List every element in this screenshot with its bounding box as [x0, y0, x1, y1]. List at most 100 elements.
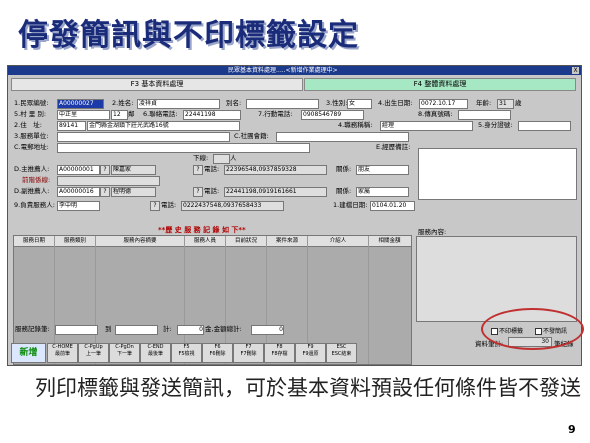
sex-label: 3.性別: — [326, 99, 348, 107]
restore-button[interactable]: F9 F9還原 — [295, 343, 326, 363]
staff-lookup-button[interactable]: ? — [150, 201, 160, 211]
window-titlebar: 民眾基本資料處理.....<新增作業處理中> X — [8, 66, 581, 75]
co-introducer-relation[interactable]: 家屬 — [356, 187, 409, 197]
staff-field[interactable]: 李中明 — [57, 201, 100, 211]
age-field: 31 — [497, 99, 514, 109]
delete-f6-key: F6 — [214, 344, 221, 350]
tab-basic-data[interactable]: F3 基本資料處理 — [11, 78, 303, 91]
next-record-label: 下一筆 — [116, 351, 132, 357]
next-record-button[interactable]: C-PgDn 下一筆 — [109, 343, 140, 363]
unit-label: 3.服務單位: — [14, 132, 49, 140]
created-label: 1.建檔日期: — [333, 201, 368, 209]
lin-unit: 鄰 — [128, 110, 135, 118]
co-introducer-name: 程明德 — [111, 187, 156, 197]
downline-count — [213, 154, 230, 164]
last-record-label: 最後筆 — [147, 351, 163, 357]
sum-label: 金,金額總計: — [205, 325, 242, 333]
col-date: 服務日期 — [14, 236, 55, 246]
save-button[interactable]: F8 F8存檔 — [264, 343, 295, 363]
slide-title: 停發簡訊與不印標籤設定 — [18, 18, 359, 53]
introducer-lookup-button[interactable]: ? — [100, 165, 110, 175]
lin-field[interactable]: 12 — [111, 110, 128, 120]
col-status: 目前狀況 — [226, 236, 267, 246]
prev-record-label: 上一筆 — [85, 351, 101, 357]
restore-label: F9還原 — [302, 351, 319, 357]
sex-select[interactable]: 女 — [347, 99, 372, 109]
idtype-field[interactable] — [518, 121, 571, 131]
delete-f6-label: F6刪除 — [209, 351, 226, 357]
alias-field[interactable] — [246, 99, 319, 109]
age-unit: 歲 — [515, 99, 522, 107]
idtype-label: 5.身分證號: — [478, 121, 513, 129]
introducer-relation-label: 關係: — [336, 165, 352, 173]
exit-key: ESC — [336, 344, 347, 350]
col-content: 服務內容摘要 — [96, 236, 185, 246]
mobile-label: 7.行動電話: — [258, 110, 293, 118]
staff-label: 9.負責服務人: — [14, 201, 55, 209]
social-field[interactable] — [276, 132, 409, 142]
address-label: 2.住 址: — [14, 121, 42, 129]
village-label: 5.村 里 別: — [14, 110, 47, 118]
history-footer: 服務記錄筆: 到 計: 0 金,金額總計: 0 — [13, 324, 410, 335]
total-to-field[interactable] — [115, 325, 158, 335]
introducer-id[interactable]: A00000001 — [57, 165, 100, 175]
view-button[interactable]: F5 F5檢視 — [171, 343, 202, 363]
history-title: **歷 史 服 務 記 錄 如 下** — [158, 226, 246, 234]
co-introducer-phone: 22441198,0919161661 — [224, 187, 327, 197]
new-button[interactable]: 新增 — [11, 343, 46, 363]
co-introducer-lookup-button[interactable]: ? — [100, 187, 110, 197]
delete-button-f6[interactable]: F6 F6刪除 — [202, 343, 233, 363]
staff-phone-label: 電話: — [161, 201, 177, 209]
phone-field[interactable]: 22441198 — [183, 110, 241, 120]
name-field[interactable]: 凌祥貞 — [137, 99, 220, 109]
email-field[interactable] — [57, 143, 310, 153]
mobile-field[interactable]: 0908546789 — [301, 110, 364, 120]
introducer-label: D.主推薦人: — [14, 165, 50, 173]
close-icon[interactable]: X — [572, 67, 579, 74]
form-row-4: 3.服務單位: C.社團會籍: — [8, 131, 581, 142]
name-label: 2.姓名: — [112, 99, 134, 107]
first-record-button[interactable]: C-HOME 最前筆 — [47, 343, 78, 363]
form-row-2: 5.村 里 別: 中正里 12 鄰 6.聯絡電話: 22441198 7.行動電… — [8, 109, 581, 120]
save-label: F8存檔 — [271, 351, 288, 357]
created-field[interactable]: 0104.01.20 — [370, 201, 415, 211]
birth-field[interactable]: 0072.10.17 — [419, 99, 468, 109]
social-label: C.社團會籍: — [234, 132, 269, 140]
job-field[interactable]: 經理 — [380, 121, 473, 131]
exit-label: ESC結束 — [331, 351, 352, 357]
introducer-phone-lookup[interactable]: ? — [193, 165, 203, 175]
id-label: 1.民眾編號: — [14, 99, 49, 107]
fax-field[interactable] — [458, 110, 511, 120]
history-header: 服務日期 服務類別 服務內容摘要 服務人員 目前狀況 案件來源 介紹人 相關金額 — [14, 236, 411, 247]
prev-line-label: 前階係線: — [22, 176, 51, 184]
view-label: F5檢視 — [178, 351, 195, 357]
delete-button-f7[interactable]: F7 F7刪除 — [233, 343, 264, 363]
id-field[interactable]: A00000027 — [57, 99, 104, 109]
exit-button[interactable]: ESC ESC結束 — [326, 343, 357, 363]
prev-record-button[interactable]: C-PgUp 上一筆 — [78, 343, 109, 363]
co-introducer-id[interactable]: A00000016 — [57, 187, 100, 197]
total-from-field[interactable] — [55, 325, 98, 335]
first-record-key: C-HOME — [52, 344, 73, 350]
form-row-6: 下線: 人 — [8, 153, 581, 164]
zip-field[interactable]: 89141 — [57, 121, 86, 131]
unit-field[interactable] — [57, 132, 230, 142]
co-introducer-relation-label: 關係: — [336, 187, 352, 195]
downline-label: 下線: — [193, 154, 209, 162]
downline-unit: 人 — [230, 154, 237, 162]
introducer-relation[interactable]: 朋友 — [356, 165, 409, 175]
col-staff: 服務人員 — [185, 236, 226, 246]
address-field[interactable]: 金門縣金湖鎮下莊光武路16號 — [87, 121, 240, 131]
last-record-button[interactable]: C-END 最後筆 — [140, 343, 171, 363]
total-label: 服務記錄筆: — [15, 325, 50, 333]
last-record-key: C-END — [147, 344, 164, 350]
tab-overall-data[interactable]: F4 整體資料處理 — [304, 78, 576, 91]
village-field[interactable]: 中正里 — [57, 110, 110, 120]
view-key: F5 — [183, 344, 190, 350]
restore-key: F9 — [307, 344, 314, 350]
staff-phone: 0222437548,0937658433 — [181, 201, 284, 211]
co-introducer-phone-lookup[interactable]: ? — [193, 187, 203, 197]
delete-f7-key: F7 — [245, 344, 252, 350]
highlight-oval — [481, 308, 584, 350]
form-row-8: 前階係線: — [8, 175, 581, 186]
